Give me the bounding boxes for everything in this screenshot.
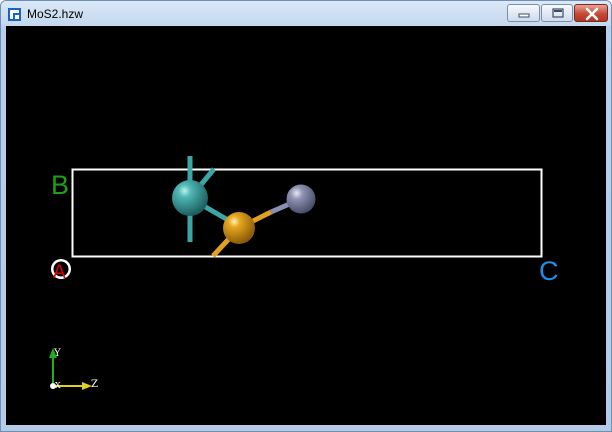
lattice-label-a: A [53, 262, 66, 283]
mo-atom[interactable] [172, 180, 208, 216]
lattice-label-b: B [51, 170, 69, 200]
close-button[interactable] [574, 4, 608, 22]
close-icon [585, 7, 599, 21]
minimize-button[interactable] [507, 4, 540, 22]
window-title: MoS2.hzw [27, 7, 84, 21]
s-atom[interactable] [223, 212, 255, 244]
y-axis-label: Y [53, 348, 61, 359]
maximize-button[interactable] [541, 4, 573, 22]
minimize-icon [518, 13, 530, 18]
z-axis-label: Z [91, 379, 98, 390]
title-bar[interactable]: MoS2.hzw [1, 1, 611, 26]
structure-viewport[interactable]: B C A Y X Z [6, 26, 606, 425]
unit-cell-outline [71, 168, 543, 258]
grey-atom[interactable] [286, 184, 316, 214]
axis-triad: Y X Z [49, 348, 98, 390]
maximize-icon [552, 8, 564, 18]
lattice-label-c: C [539, 256, 559, 286]
app-icon [8, 8, 21, 21]
application-window: MoS2.hzw B C A Y X Z [0, 0, 612, 432]
structure-scene: B C A Y X Z [49, 156, 559, 390]
x-axis-label: X [55, 381, 61, 390]
